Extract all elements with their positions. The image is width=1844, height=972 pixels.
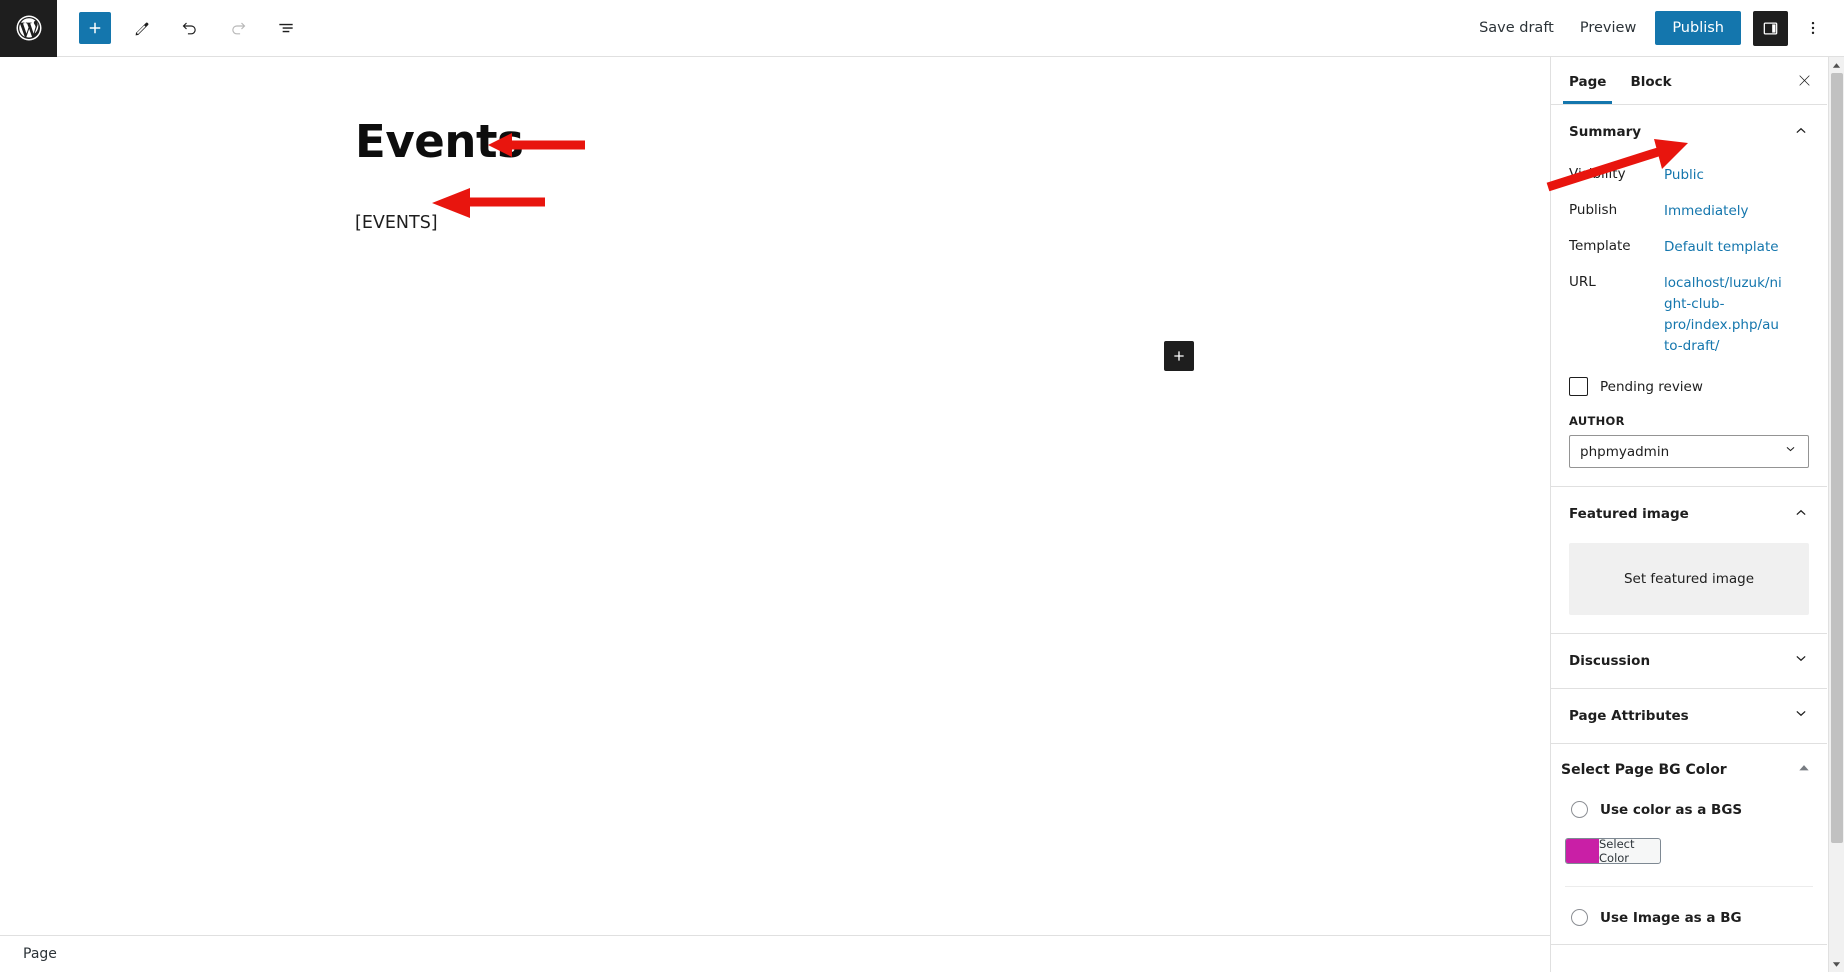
page-title-block[interactable]: Events (355, 117, 1550, 167)
undo-icon[interactable] (173, 11, 207, 45)
use-image-as-bg-label: Use Image as a BG (1600, 909, 1742, 926)
triangle-up-icon[interactable] (1797, 760, 1811, 779)
panel-discussion: Discussion (1551, 634, 1827, 690)
summary-row-template: Template Default template (1569, 231, 1809, 267)
pencil-icon[interactable] (125, 11, 159, 45)
save-draft-button[interactable]: Save draft (1466, 12, 1567, 44)
scrollbar-thumb[interactable] (1831, 73, 1843, 843)
pending-review-row: Pending review (1569, 377, 1809, 397)
color-swatch (1566, 839, 1599, 864)
panel-featured-image-title: Featured image (1569, 506, 1689, 523)
panel-featured-image: Featured image Set featured image (1551, 487, 1827, 635)
editor-top-toolbar: Save draft Preview Publish (0, 0, 1844, 57)
panel-discussion-title: Discussion (1569, 653, 1651, 670)
set-featured-image-button[interactable]: Set featured image (1569, 543, 1809, 616)
toolbar-right-group: Save draft Preview Publish (1466, 10, 1844, 46)
settings-sidebar-icon[interactable] (1753, 10, 1788, 46)
panel-page-attributes-header[interactable]: Page Attributes (1551, 689, 1827, 743)
panel-page-bg-color: Select Page BG Color Use color as a BGS … (1551, 744, 1827, 946)
use-color-as-bg-label: Use color as a BGS (1600, 801, 1743, 818)
panel-summary: Summary Visibility Public Publish Immedi… (1551, 105, 1827, 488)
panel-page-bg-color-title: Select Page BG Color (1561, 761, 1727, 778)
chevron-down-icon (1791, 649, 1811, 673)
panel-featured-image-header[interactable]: Featured image (1551, 487, 1827, 541)
summary-label-publish: Publish (1569, 201, 1618, 218)
pending-review-checkbox[interactable] (1569, 377, 1588, 397)
list-view-icon[interactable] (269, 11, 303, 45)
tab-block[interactable]: Block (1618, 59, 1683, 103)
panel-page-bg-color-header[interactable]: Select Page BG Color (1551, 744, 1827, 793)
use-image-as-bg-row: Use Image as a BG (1551, 887, 1827, 934)
chevron-down-icon (1782, 441, 1799, 462)
summary-value-url[interactable]: localhost/luzuk/night-club-pro/index.php… (1664, 273, 1784, 357)
scroll-up-arrow[interactable] (1829, 57, 1844, 73)
summary-label-template: Template (1569, 237, 1631, 254)
summary-row-url: URL localhost/luzuk/night-club-pro/index… (1569, 267, 1809, 366)
panel-summary-title: Summary (1569, 124, 1642, 140)
preview-button[interactable]: Preview (1567, 12, 1649, 44)
use-color-as-bg-row: Use color as a BGS (1551, 793, 1827, 826)
shortcode-paragraph-block[interactable]: [EVENTS] (355, 210, 1550, 236)
panel-featured-image-body: Set featured image (1551, 543, 1827, 633)
panel-summary-header[interactable]: Summary (1551, 105, 1827, 159)
panel-summary-body: Visibility Public Publish Immediately Te… (1551, 159, 1827, 486)
author-select-value: phpmyadmin (1580, 443, 1670, 460)
breadcrumb[interactable]: Page (23, 946, 57, 962)
author-select[interactable]: phpmyadmin (1569, 435, 1809, 469)
select-color-label: Select Color (1599, 838, 1635, 865)
author-field-label: AUTHOR (1569, 414, 1625, 429)
block-inserter-button[interactable] (79, 12, 111, 44)
summary-row-visibility: Visibility Public (1569, 159, 1809, 195)
use-image-as-bg-radio[interactable] (1571, 909, 1588, 927)
editor-status-bar: Page (0, 935, 1550, 972)
summary-label-visibility: Visibility (1569, 166, 1626, 182)
select-color-button[interactable]: Select Color (1565, 838, 1661, 865)
publish-button[interactable]: Publish (1655, 11, 1741, 45)
redo-icon[interactable] (221, 11, 255, 45)
settings-sidebar: Page Block Summary Visibility Public Pub… (1550, 57, 1844, 972)
panel-page-attributes-title: Page Attributes (1569, 708, 1689, 725)
toolbar-left-group (79, 11, 303, 45)
inline-block-inserter-button[interactable] (1164, 341, 1194, 371)
wordpress-block-editor: Save draft Preview Publish Events [EVENT… (0, 0, 1844, 972)
tab-page[interactable]: Page (1557, 59, 1618, 104)
chevron-up-icon (1791, 120, 1811, 144)
summary-value-publish[interactable]: Immediately (1664, 201, 1749, 222)
close-icon[interactable] (1787, 64, 1821, 98)
chevron-down-icon (1791, 704, 1811, 728)
pending-review-label: Pending review (1600, 378, 1703, 395)
summary-value-template[interactable]: Default template (1664, 237, 1779, 258)
summary-label-url: URL (1569, 273, 1596, 290)
more-options-icon[interactable] (1796, 11, 1830, 45)
chevron-up-icon (1791, 502, 1811, 526)
editor-canvas[interactable]: Events [EVENTS] (0, 57, 1550, 962)
sidebar-tabs: Page Block (1551, 57, 1827, 105)
summary-row-publish: Publish Immediately (1569, 195, 1809, 231)
sidebar-scrollbar[interactable] (1828, 57, 1844, 972)
use-color-as-bg-radio[interactable] (1571, 801, 1588, 819)
scroll-down-arrow[interactable] (1829, 956, 1844, 972)
document-content: Events [EVENTS] (0, 57, 1550, 236)
summary-value-visibility[interactable]: Public (1664, 165, 1704, 186)
panel-discussion-header[interactable]: Discussion (1551, 634, 1827, 688)
panel-page-attributes: Page Attributes (1551, 689, 1827, 745)
wordpress-logo-icon[interactable] (0, 0, 57, 57)
